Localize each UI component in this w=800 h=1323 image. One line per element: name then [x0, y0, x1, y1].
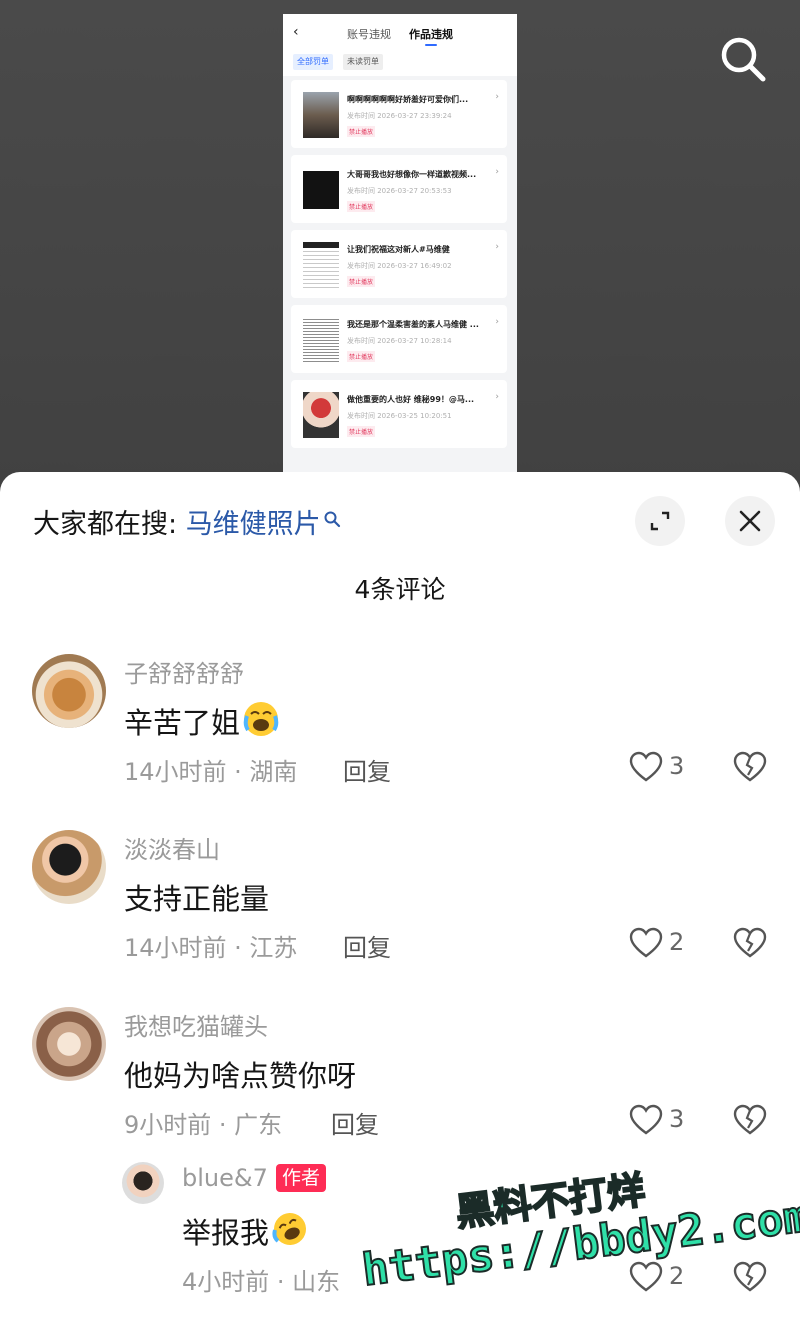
- phone-card-time: 发布时间 2026-03-25 10:20:51: [347, 412, 452, 420]
- hot-search-keyword[interactable]: 马维健照片: [186, 509, 321, 540]
- expand-icon: [650, 511, 670, 531]
- heart-icon: [629, 1104, 663, 1135]
- comment-username[interactable]: 子舒舒舒舒: [124, 654, 244, 689]
- expand-button[interactable]: [635, 496, 685, 546]
- like-button[interactable]: 2: [629, 1261, 689, 1297]
- avatar[interactable]: [32, 1007, 106, 1081]
- phone-nav-bar: ‹ 账号违规 作品违规: [283, 14, 517, 52]
- phone-card-badge: 禁止播放: [347, 276, 376, 287]
- author-badge: 作者: [276, 1164, 327, 1192]
- reply-text-content: 举报我: [182, 1216, 270, 1250]
- reply-username[interactable]: blue&7: [182, 1164, 268, 1192]
- phone-card-title: 啊啊啊啊啊啊好娇羞好可爱你们...: [347, 95, 469, 104]
- like-count: 3: [669, 752, 685, 780]
- comment-text: 他妈为啥点赞你呀: [124, 1059, 357, 1093]
- comment-time-location: 14小时前 · 湖南: [124, 758, 298, 786]
- phone-card-title: 让我们祝福这对新人#马维健: [347, 245, 450, 254]
- broken-heart-icon[interactable]: [733, 927, 767, 961]
- like-button[interactable]: 3: [629, 1104, 689, 1140]
- comment-text: 支持正能量: [124, 882, 270, 916]
- like-count: 3: [669, 1105, 685, 1133]
- phone-card-thumbnail: [303, 317, 339, 363]
- avatar[interactable]: [32, 830, 106, 904]
- heart-icon: [629, 751, 663, 782]
- phone-card-badge: 禁止播放: [347, 126, 376, 137]
- chevron-right-icon: ›: [495, 92, 499, 102]
- close-button[interactable]: [725, 496, 775, 546]
- reply-button[interactable]: 回复: [343, 752, 391, 787]
- broken-heart-icon[interactable]: [733, 1261, 767, 1295]
- phone-card: 大哥哥我也好想像你一样道歉视频... 发布时间 2026-03-27 20:53…: [291, 155, 507, 223]
- like-button[interactable]: 2: [629, 927, 689, 963]
- reply-button[interactable]: 回复: [331, 1105, 379, 1140]
- video-background[interactable]: ‹ 账号违规 作品违规 全部罚单 未读罚单 啊啊啊啊啊啊好娇羞好可爱你们... …: [0, 0, 800, 500]
- phone-tab-indicator: [425, 44, 437, 46]
- phone-tab-account: 账号违规: [347, 28, 391, 41]
- phone-card-thumbnail: [303, 92, 339, 138]
- hot-search-prefix: 大家都在搜:: [33, 509, 186, 540]
- phone-card-thumbnail: [303, 171, 339, 209]
- phone-card-time: 发布时间 2026-03-27 10:28:14: [347, 337, 452, 345]
- comment-username[interactable]: 我想吃猫罐头: [124, 1007, 268, 1042]
- broken-heart-icon[interactable]: [733, 751, 767, 785]
- phone-card-badge: 禁止播放: [347, 201, 376, 212]
- phone-card-thumbnail: [303, 242, 339, 288]
- phone-card: 让我们祝福这对新人#马维健 发布时间 2026-03-27 16:49:02 禁…: [291, 230, 507, 298]
- phone-card-time: 发布时间 2026-03-27 23:39:24: [347, 112, 452, 120]
- chevron-right-icon: ›: [495, 317, 499, 327]
- phone-back-icon: ‹: [293, 24, 299, 40]
- phone-card-thumbnail: [303, 392, 339, 438]
- phone-filter-unread: 未读罚单: [343, 54, 383, 70]
- chevron-right-icon: ›: [495, 242, 499, 252]
- rolling-laughing-emoji-icon: [271, 1210, 309, 1255]
- search-icon: [323, 504, 341, 528]
- phone-card-time: 发布时间 2026-03-27 16:49:02: [347, 262, 452, 270]
- phone-card-time: 发布时间 2026-03-27 20:53:53: [347, 187, 452, 195]
- video-screenshot: ‹ 账号违规 作品违规 全部罚单 未读罚单 啊啊啊啊啊啊好娇羞好可爱你们... …: [283, 14, 517, 484]
- phone-card-title: 做他重要的人也好 维秘99！@马...: [347, 395, 475, 404]
- crying-laughing-emoji-icon: [242, 700, 280, 745]
- hot-search-bar[interactable]: 大家都在搜: 马维健照片: [33, 502, 341, 541]
- chevron-right-icon: ›: [495, 392, 499, 402]
- phone-card-badge: 禁止播放: [347, 426, 376, 437]
- like-button[interactable]: 3: [629, 751, 689, 787]
- phone-card: 做他重要的人也好 维秘99！@马... 发布时间 2026-03-25 10:2…: [291, 380, 507, 448]
- reply-text: 举报我: [182, 1210, 309, 1255]
- heart-icon: [629, 1261, 663, 1292]
- like-count: 2: [669, 1262, 685, 1290]
- avatar[interactable]: [122, 1162, 164, 1204]
- comment-username[interactable]: 淡淡春山: [124, 830, 220, 865]
- comment-text-content: 辛苦了姐: [124, 706, 241, 740]
- heart-icon: [629, 927, 663, 958]
- comment-time-location: 9小时前 · 广东: [124, 1111, 283, 1139]
- phone-card: 我还是那个温柔害羞的素人马维健 ... 发布时间 2026-03-27 10:2…: [291, 305, 507, 373]
- avatar[interactable]: [32, 654, 106, 728]
- comment-text: 辛苦了姐: [124, 700, 280, 745]
- chevron-right-icon: ›: [495, 167, 499, 177]
- phone-tab-works: 作品违规: [409, 28, 453, 41]
- broken-heart-icon[interactable]: [733, 1104, 767, 1138]
- phone-card-title: 大哥哥我也好想像你一样道歉视频...: [347, 170, 477, 179]
- comment-count: 4条评论: [354, 575, 446, 604]
- phone-card: 啊啊啊啊啊啊好娇羞好可爱你们... 发布时间 2026-03-27 23:39:…: [291, 80, 507, 148]
- phone-filter-all: 全部罚单: [293, 54, 333, 70]
- reply-button[interactable]: 回复: [343, 928, 391, 963]
- phone-filter-bar: 全部罚单 未读罚单: [283, 52, 517, 76]
- reply-time-location: 4小时前 · 山东: [182, 1268, 341, 1296]
- comment-sheet: 大家都在搜: 马维健照片 4条评论 子舒舒舒舒 辛苦了姐 14小时前 · 湖南 …: [0, 472, 800, 1323]
- close-icon: [739, 510, 761, 532]
- like-count: 2: [669, 928, 685, 956]
- phone-card-badge: 禁止播放: [347, 351, 376, 362]
- phone-card-title: 我还是那个温柔害羞的素人马维健 ...: [347, 320, 479, 329]
- search-icon[interactable]: [718, 34, 768, 84]
- comment-time-location: 14小时前 · 江苏: [124, 934, 298, 962]
